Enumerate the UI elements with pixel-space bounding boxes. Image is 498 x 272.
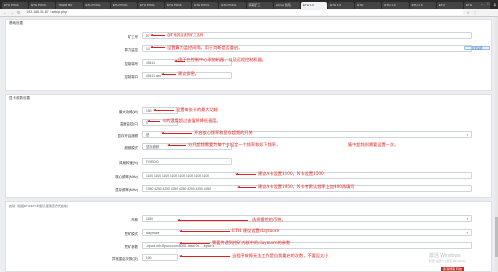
url-field[interactable]: 192.168.31.87 / setup.php: [23, 10, 464, 15]
setup-page: 基础设置 矿工号 87 算力监控 10 提交设置 控制端号 40411 控制端口…: [0, 17, 498, 272]
annotation-arrow: [161, 73, 176, 75]
watermark-subtitle: 转到"设置"以激活 Windows。: [428, 259, 468, 263]
annotation-text: 建议A卡设置1950，N卡考默认频率上加400再填写: [258, 184, 355, 189]
close-icon[interactable]: ×: [494, 1, 496, 6]
minimize-icon[interactable]: –: [481, 1, 483, 6]
reload-icon[interactable]: ↻: [17, 10, 20, 15]
blog-stamp: 新浪博客 科技: [441, 267, 464, 271]
select-value: 显存超频: [146, 145, 160, 149]
annotation-text: 选择需挖的币种。: [252, 217, 286, 222]
field-row: 风扇转速(%) FIXED/0: [6, 158, 493, 166]
annotation-text: 自旷地其且该的矿工名称: [167, 33, 204, 37]
panel-title: 基础设置: [9, 21, 23, 25]
field-label: 温度监控(C): [119, 122, 138, 126]
maximize-icon[interactable]: □: [487, 1, 489, 6]
browser-tab[interactable]: ETH: [355, 2, 382, 9]
annotation-text: 用于在控制中心添加机器，以及远程控制机器。: [178, 57, 266, 62]
browser-tab[interactable]: ETH: [436, 2, 463, 9]
browser-tab[interactable]: ETH POOL: [83, 2, 110, 9]
field-label: 显存频率(MHz): [115, 188, 138, 192]
mining-note: 启动（挖掘ETH/ETC时默认使用该方式启动）: [9, 204, 70, 208]
restart-count-input[interactable]: 100: [142, 254, 178, 261]
chevron-down-icon: ▾: [466, 217, 468, 221]
browser-tab[interactable]: ETH POOL: [219, 2, 246, 9]
browser-tab[interactable]: ETH POOL: [137, 2, 165, 9]
annotation-arrow: [177, 219, 248, 221]
annotation-text: 分开超频需要为每个卡设定一个频率和如下频率，: [188, 142, 281, 147]
annotation-text: 建议A卡设置1100，N卡设置1500: [258, 171, 324, 176]
browser-tab[interactable]: ETH 1.0: [409, 2, 436, 9]
browser-tab[interactable]: ETH POOL: [29, 2, 56, 9]
field-row: 矿工号 87: [6, 32, 493, 40]
browser-tab[interactable]: 获取矿工: [246, 2, 273, 9]
field-label: 控制端口: [124, 75, 138, 79]
chevron-down-icon: ▾: [466, 133, 468, 137]
annotation-text: 需要传递到挖矿内核中的claymore的参数: [212, 240, 291, 245]
field-label: 风扇转速(%): [119, 161, 138, 165]
field-label: 算力监控: [124, 48, 138, 52]
annotation-arrow: [147, 120, 160, 122]
mining-settings-panel: 启动（挖掘ETH/ETC时默认使用该方式启动） 币种 1150 ▾ 挖矿模式 cl…: [5, 201, 492, 272]
field-row: 控制端口 40411 sec: [6, 72, 493, 80]
browser-tab[interactable]: ETH 1.0: [328, 2, 355, 9]
browser-tabbar: ETH POOL ETH POOL THEIR Biz ETH POOL ETH POO…: [0, 0, 498, 9]
field-label: 超频模式: [124, 146, 138, 150]
browser-tab[interactable]: ETH POOL: [2, 2, 29, 9]
base-settings-panel: 基础设置 矿工号 87 算力监控 10 提交设置 控制端号 40411 控制端口…: [5, 19, 492, 91]
field-label: 币种: [131, 218, 138, 222]
select-value: 1150: [146, 217, 154, 221]
window-controls: – □ ×: [481, 1, 496, 6]
browser-tab[interactable]: ethme 钱包: [273, 2, 300, 9]
field-label: 矿工号: [127, 35, 138, 39]
fan-speed-input[interactable]: FIXED/0: [142, 158, 232, 165]
annotation-text: 建议保密。: [178, 71, 199, 76]
annotation-arrow: [179, 255, 230, 257]
annotation-text: 集中超频则需要设置一次。: [348, 142, 399, 147]
select-value: claymore: [146, 231, 160, 235]
panel-title: 显卡参数设置: [9, 96, 30, 100]
annotation-text: 当程序故障无法工作是自我重启的次数，不要设太小: [232, 253, 329, 258]
annotation-arrow: [235, 173, 256, 175]
select-value: 是: [146, 133, 150, 137]
field-row: 币种 1150 ▾: [6, 215, 493, 223]
field-label: 挖矿参数: [124, 245, 138, 249]
field-row: 最大功耗(W) 150: [6, 107, 493, 115]
browser-tab[interactable]: ETH POOL: [110, 2, 137, 9]
annotation-arrow: [150, 34, 165, 36]
browser-tab[interactable]: ETH 1.0: [300, 2, 328, 9]
windows-activation-watermark: 激活 Windows 转到"设置"以激活 Windows。: [429, 254, 468, 264]
field-label: 显存开启超频: [117, 134, 138, 138]
browser-tab[interactable]: ETH POOL: [165, 2, 192, 9]
field-label: 最大功耗(W): [118, 110, 138, 114]
back-icon[interactable]: ←: [3, 10, 7, 15]
submit-button[interactable]: 提交设置: [464, 46, 490, 50]
annotation-arrow: [167, 144, 186, 146]
field-label: 异常重启次数(次): [112, 257, 138, 261]
annotation-arrow: [153, 109, 174, 111]
annotation-arrow: [161, 132, 192, 134]
annotation-arrow: [179, 242, 210, 244]
field-label: 控制端号: [124, 62, 138, 66]
field-label: 核心频率(MHz): [115, 175, 138, 179]
annotation-arrow: [237, 186, 256, 188]
forward-icon[interactable]: →: [10, 10, 14, 15]
field-row: 算力监控 10 提交设置: [6, 45, 493, 53]
annotation-text: ETH 建议设置claymore: [232, 228, 280, 233]
annotation-text: 卡的温度超过该值将降低速度。: [162, 118, 221, 123]
annotation-arrow: [179, 230, 230, 232]
annotation-text: 开启核心频率和显存超频的开关: [194, 130, 253, 135]
annotation-text: 设置算力监控间隔，用于判断是否重启。: [167, 45, 243, 50]
menu-icon[interactable]: ⋮: [473, 10, 477, 15]
star-icon[interactable]: ☆: [466, 10, 470, 15]
field-label: 挖矿模式: [124, 232, 138, 236]
annotation-arrow: [150, 46, 165, 48]
browser-tab[interactable]: ETH 1.0: [382, 2, 409, 9]
browser-tab[interactable]: THEIR Biz: [56, 2, 83, 9]
chevron-down-icon: ▾: [466, 231, 468, 235]
address-bar: ← → ↻ 192.168.31.87 / setup.php ☆ ⋮: [0, 9, 498, 17]
field-row: 温度监控(C) 0: [6, 119, 493, 127]
annotation-text: 设置每张卡的最大功耗: [176, 107, 218, 112]
browser-tab[interactable]: ETH POOL: [192, 2, 219, 9]
